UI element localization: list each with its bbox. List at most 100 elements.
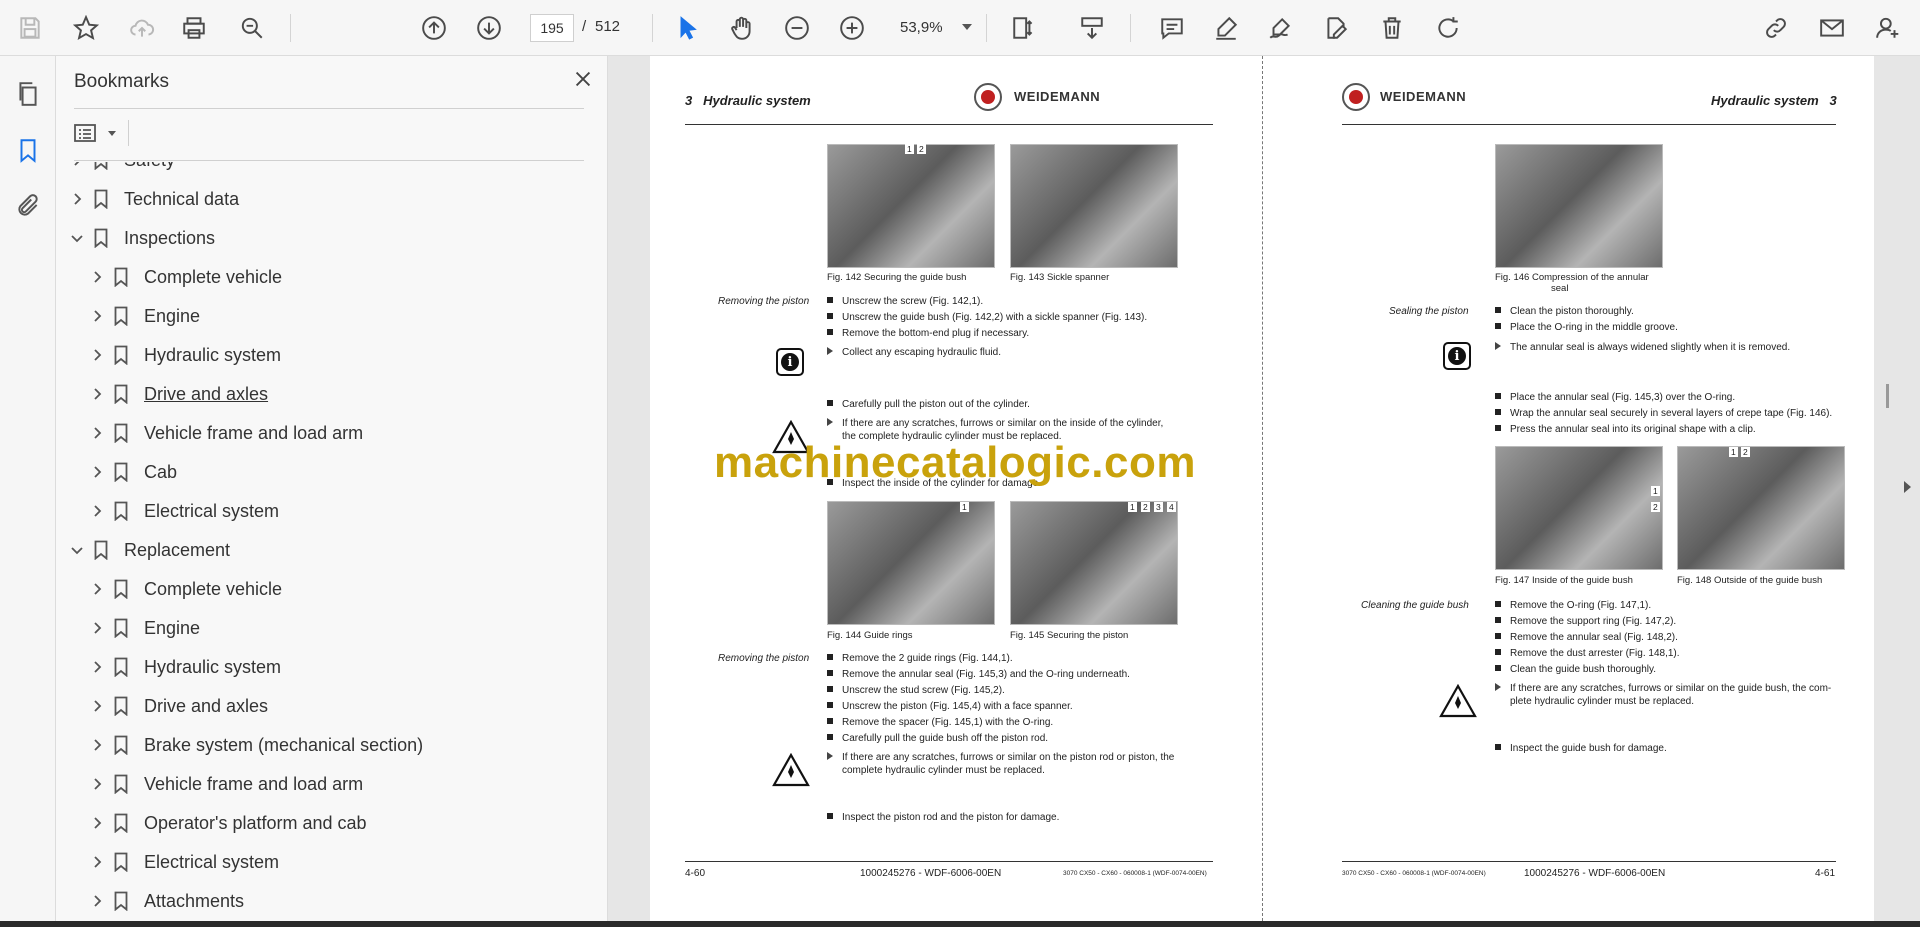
page-total: 512 [595, 18, 621, 35]
zoom-search-icon[interactable] [234, 10, 270, 46]
zoom-in-icon[interactable] [834, 10, 870, 46]
figure-147 [1495, 446, 1663, 570]
bookmark-item[interactable]: Attachments [90, 886, 244, 912]
share-link-icon[interactable] [1758, 10, 1794, 46]
instruction-line: Remove the dust arrester (Fig. 148,1). [1495, 648, 1680, 659]
expand-right-panel-icon[interactable] [1904, 481, 1911, 493]
watermark-text: machinecatalogic.com [714, 438, 1196, 487]
print-icon[interactable] [176, 10, 212, 46]
chevron-down-icon[interactable] [70, 543, 84, 557]
info-icon: i [776, 348, 804, 376]
bookmark-item[interactable]: Vehicle frame and load arm [90, 418, 363, 448]
chevron-right-icon[interactable] [90, 894, 104, 908]
section-label: Sealing the piston [1389, 306, 1469, 317]
bookmark-item[interactable]: Hydraulic system [90, 340, 281, 370]
page-down-icon[interactable] [471, 10, 507, 46]
chevron-right-icon[interactable] [70, 162, 84, 167]
bookmark-item[interactable]: Electrical system [90, 847, 279, 877]
chevron-down-icon[interactable] [70, 231, 84, 245]
chevron-right-icon[interactable] [90, 504, 104, 518]
chevron-right-icon[interactable] [90, 738, 104, 752]
chevron-right-icon[interactable] [90, 426, 104, 440]
bookmark-item[interactable]: Drive and axles [90, 691, 268, 721]
zoom-dropdown-caret-icon[interactable] [962, 24, 972, 30]
section-label: Removing the piston [718, 653, 810, 664]
bookmark-icon [114, 891, 128, 912]
bookmark-item[interactable]: Engine [90, 301, 200, 331]
scroll-mode-icon[interactable] [1074, 10, 1110, 46]
select-arrow-icon[interactable] [670, 10, 706, 46]
bookmark-icon [114, 345, 128, 366]
hand-icon[interactable] [724, 10, 760, 46]
bookmark-item[interactable]: Technical data [70, 184, 239, 214]
page-up-icon[interactable] [416, 10, 452, 46]
chevron-right-icon[interactable] [90, 855, 104, 869]
chevron-right-icon[interactable] [90, 387, 104, 401]
bookmark-item[interactable]: Replacement [70, 535, 230, 565]
weidemann-logo-icon [1342, 83, 1370, 111]
chevron-right-icon[interactable] [90, 660, 104, 674]
save-icon[interactable] [12, 10, 48, 46]
document-view[interactable]: 3 Hydraulic system WEIDEMANN 1 2 Fig. 14… [608, 56, 1920, 921]
close-icon[interactable] [572, 68, 598, 94]
bookmark-item[interactable]: Electrical system [90, 496, 279, 526]
sign-icon[interactable] [1262, 10, 1298, 46]
chevron-right-icon[interactable] [90, 777, 104, 791]
bookmark-icon [114, 852, 128, 873]
bookmark-label: Complete vehicle [144, 266, 283, 287]
bookmark-options-button[interactable] [74, 118, 118, 148]
bookmark-label: Hydraulic system [144, 656, 282, 677]
rotate-icon[interactable] [1430, 10, 1466, 46]
chevron-right-icon[interactable] [90, 309, 104, 323]
page-number: 4-61 [1815, 868, 1836, 879]
page-thumbnails-icon[interactable] [10, 76, 46, 112]
bookmark-item[interactable]: Complete vehicle [90, 262, 282, 292]
bookmark-label: Drive and axles [144, 383, 269, 404]
bookmark-label: Technical data [124, 188, 240, 209]
callout: 2 [917, 144, 926, 154]
bookmark-item[interactable]: Hydraulic system [90, 652, 281, 682]
bookmark-item[interactable]: Drive and axles [90, 379, 268, 409]
cloud-upload-icon[interactable] [124, 10, 160, 46]
bookmark-item[interactable]: Brake system (mechanical section) [90, 730, 423, 760]
zoom-level-value: 53,9% [900, 19, 943, 36]
chevron-right-icon[interactable] [90, 582, 104, 596]
chevron-right-icon[interactable] [90, 270, 104, 284]
callout: 1 [1651, 486, 1660, 496]
email-icon[interactable] [1814, 10, 1850, 46]
fit-page-icon[interactable] [1002, 10, 1046, 46]
figure-caption: Fig. 142 Securing the guide bush [827, 272, 967, 283]
bookmark-item[interactable]: Safety [70, 162, 175, 175]
panel-title: Bookmarks [74, 71, 170, 92]
edit-icon[interactable] [1318, 10, 1354, 46]
bookmark-item[interactable]: Engine [90, 613, 200, 643]
zoom-out-icon[interactable] [779, 10, 815, 46]
bookmark-item[interactable]: Vehicle frame and load arm [90, 769, 363, 799]
chevron-right-icon[interactable] [90, 465, 104, 479]
warning-icon [772, 753, 810, 787]
chevron-right-icon[interactable] [90, 816, 104, 830]
section-label: Cleaning the guide bush [1361, 600, 1469, 611]
document-number: 1000245276 - WDF-6006-00EN [860, 868, 1002, 879]
chevron-right-icon[interactable] [90, 348, 104, 362]
chevron-right-icon[interactable] [70, 192, 84, 206]
chevron-right-icon[interactable] [90, 699, 104, 713]
figure-caption: Fig. 147 Inside of the guide bush [1495, 575, 1633, 586]
page-number-input[interactable]: 195 [530, 14, 574, 42]
account-icon[interactable] [1870, 10, 1906, 46]
star-icon[interactable] [68, 10, 104, 46]
delete-icon[interactable] [1374, 10, 1410, 46]
bookmark-item[interactable]: Operator's platform and cab [90, 808, 367, 838]
bookmark-icon [114, 657, 128, 678]
attachment-icon[interactable] [10, 188, 46, 224]
highlight-icon[interactable] [1208, 10, 1244, 46]
bookmark-item[interactable]: Cab [90, 457, 177, 487]
comment-icon[interactable] [1154, 10, 1190, 46]
instruction-line: Place the O-ring in the middle groove. [1495, 322, 1678, 333]
bookmark-item[interactable]: Complete vehicle [90, 574, 282, 604]
chevron-right-icon[interactable] [90, 621, 104, 635]
document-scrollbar[interactable] [1886, 384, 1889, 408]
bookmark-panel-icon[interactable] [10, 132, 46, 168]
bookmark-item[interactable]: Inspections [70, 223, 215, 253]
bookmarks-panel: Bookmarks Safety Technical data Inspection… [56, 56, 658, 921]
